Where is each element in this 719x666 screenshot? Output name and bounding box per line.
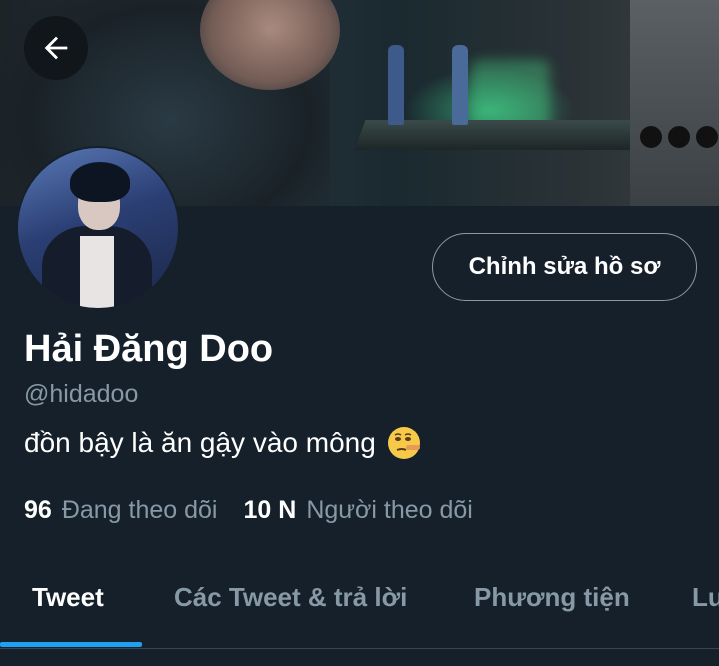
- bio-text: đồn bậy là ăn gậy vào mông: [24, 427, 376, 458]
- banner-wall-hole: [696, 126, 718, 148]
- tab-likes[interactable]: Lu: [692, 582, 719, 613]
- back-button[interactable]: [24, 16, 88, 80]
- lying-face-emoji: [387, 427, 420, 459]
- banner-bottle: [388, 45, 404, 125]
- following-stat[interactable]: 96 Đang theo dõi: [24, 496, 218, 525]
- banner-bottle: [452, 45, 468, 125]
- tab-tweets[interactable]: Tweet: [32, 582, 104, 613]
- banner-wall-hole: [640, 126, 662, 148]
- avatar[interactable]: [16, 146, 180, 310]
- active-tab-indicator: [0, 642, 142, 647]
- profile-bio: đồn bậy là ăn gậy vào mông: [24, 425, 422, 461]
- profile-name: Hải Đăng Doo: [24, 328, 274, 370]
- edit-profile-button[interactable]: Chỉnh sửa hồ sơ: [432, 233, 697, 301]
- profile-stats: 96 Đang theo dõi 10 N Người theo dõi: [24, 496, 473, 525]
- following-label: Đang theo dõi: [61, 496, 218, 524]
- followers-stat[interactable]: 10 N Người theo dõi: [244, 496, 473, 525]
- banner-wall: [630, 0, 719, 206]
- following-count: 96: [24, 496, 52, 524]
- arrow-left-icon: [44, 36, 68, 60]
- followers-label: Người theo dõi: [306, 496, 473, 524]
- profile-handle: @hidadoo: [24, 380, 139, 408]
- tab-media[interactable]: Phương tiện: [474, 582, 630, 613]
- followers-count: 10 N: [243, 496, 297, 524]
- avatar-image: [18, 148, 178, 308]
- profile-tabs: Tweet Các Tweet & trả lời Phương tiện Lu: [0, 560, 719, 648]
- banner-wall-hole: [668, 126, 690, 148]
- tab-tweets-and-replies[interactable]: Các Tweet & trả lời: [174, 582, 407, 613]
- avatar-figure-hair: [70, 162, 130, 202]
- avatar-figure-shirt: [80, 236, 114, 308]
- tabs-divider: [0, 648, 719, 649]
